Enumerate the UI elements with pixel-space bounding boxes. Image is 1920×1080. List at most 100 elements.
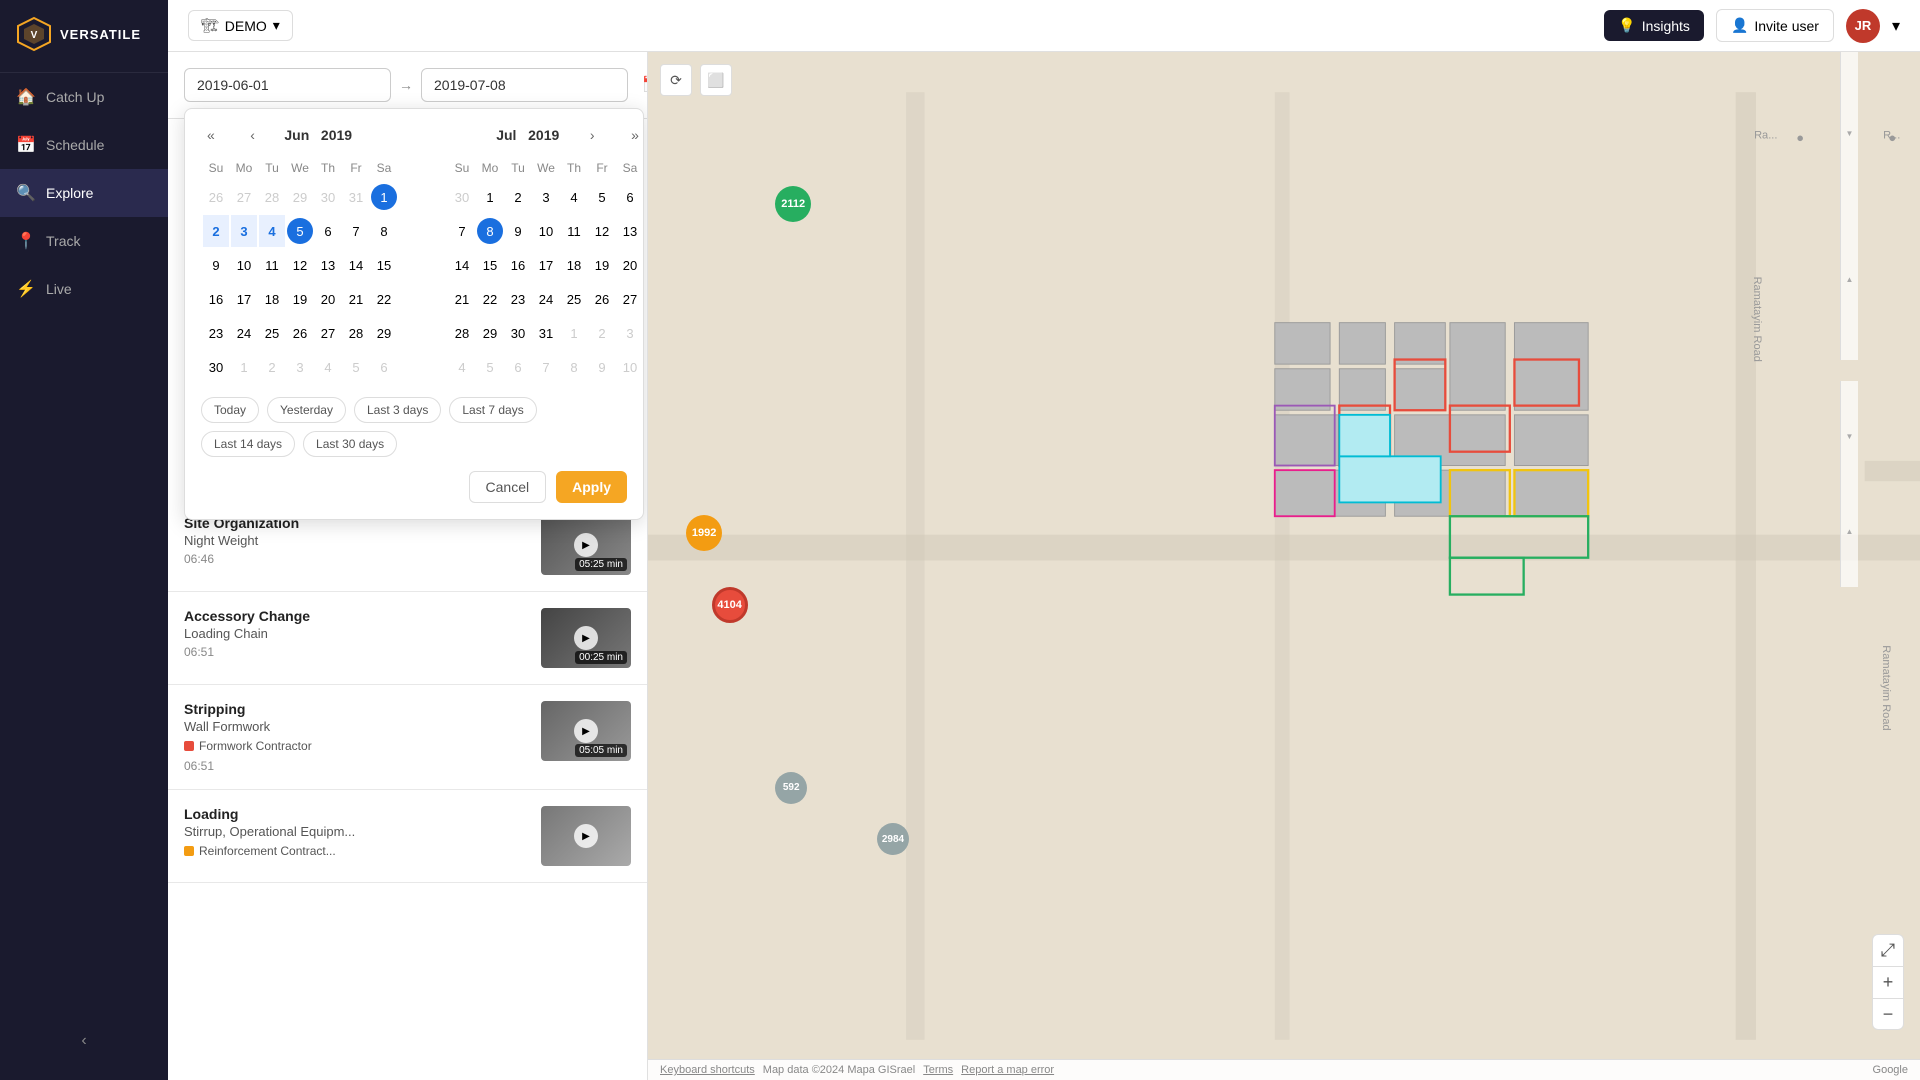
- table-row[interactable]: 7: [449, 215, 475, 247]
- table-row[interactable]: 6: [315, 215, 341, 247]
- table-row[interactable]: 25: [561, 283, 587, 315]
- table-row[interactable]: 19: [589, 249, 615, 281]
- table-row[interactable]: 6: [505, 351, 531, 383]
- table-row[interactable]: 20: [617, 249, 643, 281]
- table-row[interactable]: 5: [287, 215, 313, 247]
- apply-button[interactable]: Apply: [556, 471, 627, 503]
- terms-link[interactable]: Terms: [923, 1064, 953, 1076]
- table-row[interactable]: 4: [449, 351, 475, 383]
- table-row[interactable]: 3: [533, 181, 559, 213]
- map-marker-592[interactable]: 592: [775, 772, 807, 804]
- table-row[interactable]: 28: [259, 181, 285, 213]
- last-7-days-button[interactable]: Last 7 days: [449, 397, 536, 423]
- table-row[interactable]: 25: [259, 317, 285, 349]
- table-row[interactable]: 23: [203, 317, 229, 349]
- table-row[interactable]: 14: [343, 249, 369, 281]
- play-button-1[interactable]: ▶: [574, 533, 598, 557]
- table-row[interactable]: 18: [561, 249, 587, 281]
- table-row[interactable]: 9: [589, 351, 615, 383]
- table-row[interactable]: 12: [287, 249, 313, 281]
- map-expand-button[interactable]: ⤢: [1872, 934, 1904, 966]
- video-thumbnail-3[interactable]: ▶ 05:05 min: [541, 701, 631, 761]
- table-row[interactable]: 8: [477, 215, 503, 247]
- table-row[interactable]: 10: [617, 351, 643, 383]
- calendar-icon[interactable]: 📅: [636, 69, 648, 101]
- sidebar-collapse-button[interactable]: ‹: [0, 1022, 168, 1060]
- table-row[interactable]: 2: [259, 351, 285, 383]
- map-rotate-button[interactable]: ⟳: [660, 64, 692, 96]
- table-row[interactable]: 29: [371, 317, 397, 349]
- table-row[interactable]: 29: [477, 317, 503, 349]
- sidebar-item-track[interactable]: 📍 Track: [0, 217, 168, 265]
- map-marker-4104[interactable]: 4104: [712, 587, 748, 623]
- demo-selector[interactable]: 🏗 DEMO ▾: [188, 10, 293, 41]
- table-row[interactable]: 26: [287, 317, 313, 349]
- end-date-input[interactable]: [421, 68, 628, 102]
- video-thumbnail-4[interactable]: ▶: [541, 806, 631, 866]
- play-button-4[interactable]: ▶: [574, 824, 598, 848]
- table-row[interactable]: 17: [533, 249, 559, 281]
- table-row[interactable]: 16: [505, 249, 531, 281]
- table-row[interactable]: 9: [505, 215, 531, 247]
- table-row[interactable]: 27: [231, 181, 257, 213]
- table-row[interactable]: 14: [449, 249, 475, 281]
- table-row[interactable]: 3: [287, 351, 313, 383]
- table-row[interactable]: 28: [343, 317, 369, 349]
- play-button-3[interactable]: ▶: [574, 719, 598, 743]
- table-row[interactable]: 1: [231, 351, 257, 383]
- table-row[interactable]: 17: [231, 283, 257, 315]
- table-row[interactable]: 11: [561, 215, 587, 247]
- map-marker-2112[interactable]: 2112: [775, 186, 811, 222]
- table-row[interactable]: 22: [477, 283, 503, 315]
- table-row[interactable]: 2: [505, 181, 531, 213]
- table-row[interactable]: 22: [371, 283, 397, 315]
- table-row[interactable]: 15: [477, 249, 503, 281]
- table-row[interactable]: 5: [343, 351, 369, 383]
- sidebar-item-catch-up[interactable]: 🏠 Catch Up: [0, 73, 168, 121]
- today-button[interactable]: Today: [201, 397, 259, 423]
- table-row[interactable]: 29: [287, 181, 313, 213]
- table-row[interactable]: 8: [561, 351, 587, 383]
- zoom-in-button[interactable]: +: [1872, 966, 1904, 998]
- table-row[interactable]: 9: [203, 249, 229, 281]
- table-row[interactable]: 2: [203, 215, 229, 247]
- table-row[interactable]: 12: [589, 215, 615, 247]
- next-month-button[interactable]: ›: [584, 125, 601, 145]
- table-row[interactable]: 30: [203, 351, 229, 383]
- table-row[interactable]: 10: [231, 249, 257, 281]
- table-row[interactable]: 18: [259, 283, 285, 315]
- table-row[interactable]: 10: [533, 215, 559, 247]
- table-row[interactable]: 21: [449, 283, 475, 315]
- table-row[interactable]: 13: [315, 249, 341, 281]
- table-row[interactable]: 6: [371, 351, 397, 383]
- table-row[interactable]: 31: [343, 181, 369, 213]
- table-row[interactable]: 28: [449, 317, 475, 349]
- table-row[interactable]: 11: [259, 249, 285, 281]
- start-date-input[interactable]: [184, 68, 391, 102]
- table-row[interactable]: 4: [315, 351, 341, 383]
- table-row[interactable]: 3: [231, 215, 257, 247]
- table-row[interactable]: 30: [315, 181, 341, 213]
- last-30-days-button[interactable]: Last 30 days: [303, 431, 397, 457]
- insights-button[interactable]: 💡 Insights: [1604, 10, 1704, 41]
- table-row[interactable]: 31: [533, 317, 559, 349]
- table-row[interactable]: 24: [231, 317, 257, 349]
- table-row[interactable]: 23: [505, 283, 531, 315]
- invite-user-button[interactable]: 👤 Invite user: [1716, 9, 1834, 42]
- table-row[interactable]: 15: [371, 249, 397, 281]
- last-14-days-button[interactable]: Last 14 days: [201, 431, 295, 457]
- map-marker-1992[interactable]: 1992: [686, 515, 722, 551]
- table-row[interactable]: 20: [315, 283, 341, 315]
- next-next-month-button[interactable]: »: [625, 125, 645, 145]
- table-row[interactable]: 30: [449, 181, 475, 213]
- map-marker-2984[interactable]: 2984: [877, 823, 909, 855]
- table-row[interactable]: 26: [203, 181, 229, 213]
- user-avatar[interactable]: JR: [1846, 9, 1880, 43]
- table-row[interactable]: 19: [287, 283, 313, 315]
- table-row[interactable]: 27: [617, 283, 643, 315]
- sidebar-item-explore[interactable]: 🔍 Explore: [0, 169, 168, 217]
- table-row[interactable]: 2: [589, 317, 615, 349]
- keyboard-shortcuts-link[interactable]: Keyboard shortcuts: [660, 1064, 755, 1076]
- table-row[interactable]: 21: [343, 283, 369, 315]
- table-row[interactable]: 1: [371, 181, 397, 213]
